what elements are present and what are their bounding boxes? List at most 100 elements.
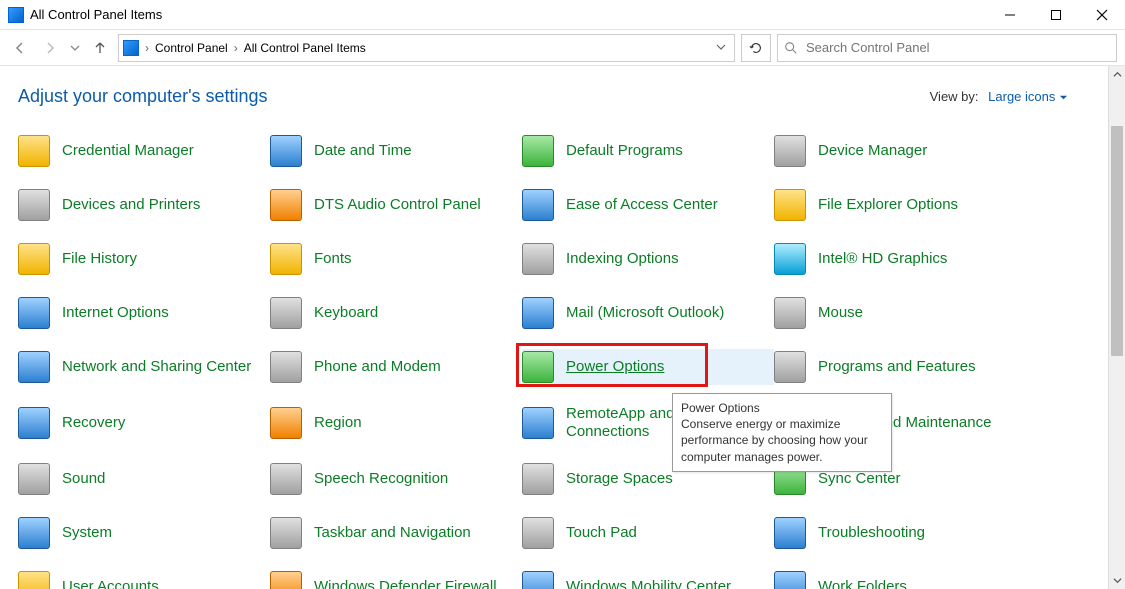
address-bar[interactable]: › Control Panel › All Control Panel Item…: [118, 34, 735, 62]
control-panel-item[interactable]: Phone and Modem: [270, 349, 522, 385]
item-icon: [522, 351, 554, 383]
item-label: Network and Sharing Center: [62, 358, 251, 376]
view-by-control[interactable]: View by: Large icons: [930, 89, 1068, 104]
item-label: Fonts: [314, 250, 352, 268]
minimize-button[interactable]: [987, 0, 1033, 30]
refresh-button[interactable]: [741, 34, 771, 62]
search-input[interactable]: [804, 39, 1110, 56]
back-button[interactable]: [8, 36, 32, 60]
item-icon: [774, 243, 806, 275]
control-panel-item[interactable]: Credential Manager: [18, 133, 270, 169]
item-icon: [270, 189, 302, 221]
scroll-up-button[interactable]: [1109, 66, 1125, 83]
breadcrumb-current[interactable]: All Control Panel Items: [244, 41, 366, 55]
item-label: Default Programs: [566, 142, 683, 160]
control-panel-item[interactable]: Programs and Features: [774, 349, 1026, 385]
control-panel-item[interactable]: Troubleshooting: [774, 515, 1026, 551]
item-label: Phone and Modem: [314, 358, 441, 376]
control-panel-item[interactable]: Device Manager: [774, 133, 1026, 169]
control-panel-item[interactable]: Ease of Access Center: [522, 187, 774, 223]
crumb-chevron-icon[interactable]: ›: [232, 41, 240, 55]
control-panel-item[interactable]: Intel® HD Graphics: [774, 241, 1026, 277]
control-panel-item[interactable]: User Accounts: [18, 569, 270, 589]
navigation-bar: › Control Panel › All Control Panel Item…: [0, 30, 1125, 66]
tooltip: Power Options Conserve energy or maximiz…: [672, 393, 892, 472]
control-panel-item[interactable]: File History: [18, 241, 270, 277]
vertical-scrollbar[interactable]: [1108, 66, 1125, 589]
control-panel-item[interactable]: Sound: [18, 461, 270, 497]
control-panel-item[interactable]: Power Options: [522, 349, 774, 385]
item-label: Date and Time: [314, 142, 412, 160]
control-panel-item[interactable]: Indexing Options: [522, 241, 774, 277]
item-icon: [270, 243, 302, 275]
item-label: Intel® HD Graphics: [818, 250, 947, 268]
search-box[interactable]: [777, 34, 1117, 62]
item-icon: [18, 297, 50, 329]
control-panel-item[interactable]: Devices and Printers: [18, 187, 270, 223]
address-dropdown-icon[interactable]: [712, 41, 730, 55]
item-icon: [774, 571, 806, 589]
item-icon: [18, 351, 50, 383]
item-label: Windows Defender Firewall: [314, 578, 497, 589]
item-label: Sync Center: [818, 470, 901, 488]
control-panel-item[interactable]: System: [18, 515, 270, 551]
item-icon: [270, 407, 302, 439]
scroll-down-button[interactable]: [1109, 572, 1125, 589]
item-icon: [522, 571, 554, 589]
control-panel-item[interactable]: Mouse: [774, 295, 1026, 331]
item-label: Sound: [62, 470, 105, 488]
item-label: Work Folders: [818, 578, 907, 589]
item-label: Recovery: [62, 414, 125, 432]
control-panel-item[interactable]: Network and Sharing Center: [18, 349, 270, 385]
item-icon: [18, 463, 50, 495]
control-panel-item[interactable]: Region: [270, 403, 522, 443]
control-panel-item[interactable]: Internet Options: [18, 295, 270, 331]
content-area: Adjust your computer's settings View by:…: [0, 66, 1108, 589]
item-icon: [270, 297, 302, 329]
item-label: Devices and Printers: [62, 196, 200, 214]
control-panel-item[interactable]: Mail (Microsoft Outlook): [522, 295, 774, 331]
control-panel-item[interactable]: Date and Time: [270, 133, 522, 169]
item-icon: [18, 243, 50, 275]
control-panel-item[interactable]: Touch Pad: [522, 515, 774, 551]
control-panel-item[interactable]: Fonts: [270, 241, 522, 277]
item-icon: [522, 463, 554, 495]
item-icon: [18, 407, 50, 439]
control-panel-item[interactable]: Keyboard: [270, 295, 522, 331]
breadcrumb-root[interactable]: Control Panel: [155, 41, 228, 55]
item-icon: [270, 463, 302, 495]
item-label: Troubleshooting: [818, 524, 925, 542]
control-panel-item[interactable]: File Explorer Options: [774, 187, 1026, 223]
item-label: Windows Mobility Center: [566, 578, 731, 589]
control-panel-item[interactable]: Windows Defender Firewall: [270, 569, 522, 589]
item-icon: [270, 571, 302, 589]
item-icon: [522, 407, 554, 439]
item-label: Speech Recognition: [314, 470, 448, 488]
control-panel-item[interactable]: Work Folders: [774, 569, 1026, 589]
item-label: User Accounts: [62, 578, 159, 589]
recent-locations-button[interactable]: [68, 36, 82, 60]
scrollbar-thumb[interactable]: [1111, 126, 1123, 356]
close-button[interactable]: [1079, 0, 1125, 30]
title-bar: All Control Panel Items: [0, 0, 1125, 30]
control-panel-item[interactable]: Taskbar and Navigation: [270, 515, 522, 551]
item-label: Keyboard: [314, 304, 378, 322]
crumb-chevron-icon[interactable]: ›: [143, 41, 151, 55]
item-icon: [522, 189, 554, 221]
control-panel-item[interactable]: Windows Mobility Center: [522, 569, 774, 589]
item-label: DTS Audio Control Panel: [314, 196, 481, 214]
control-panel-item[interactable]: Recovery: [18, 403, 270, 443]
control-panel-item[interactable]: Speech Recognition: [270, 461, 522, 497]
maximize-button[interactable]: [1033, 0, 1079, 30]
forward-button[interactable]: [38, 36, 62, 60]
item-label: Credential Manager: [62, 142, 194, 160]
item-icon: [270, 517, 302, 549]
item-label: Programs and Features: [818, 358, 976, 376]
control-panel-item[interactable]: Default Programs: [522, 133, 774, 169]
control-panel-item[interactable]: DTS Audio Control Panel: [270, 187, 522, 223]
item-icon: [270, 351, 302, 383]
up-button[interactable]: [88, 36, 112, 60]
view-by-value[interactable]: Large icons: [988, 89, 1068, 104]
control-panel-icon: [8, 7, 24, 23]
item-icon: [522, 243, 554, 275]
